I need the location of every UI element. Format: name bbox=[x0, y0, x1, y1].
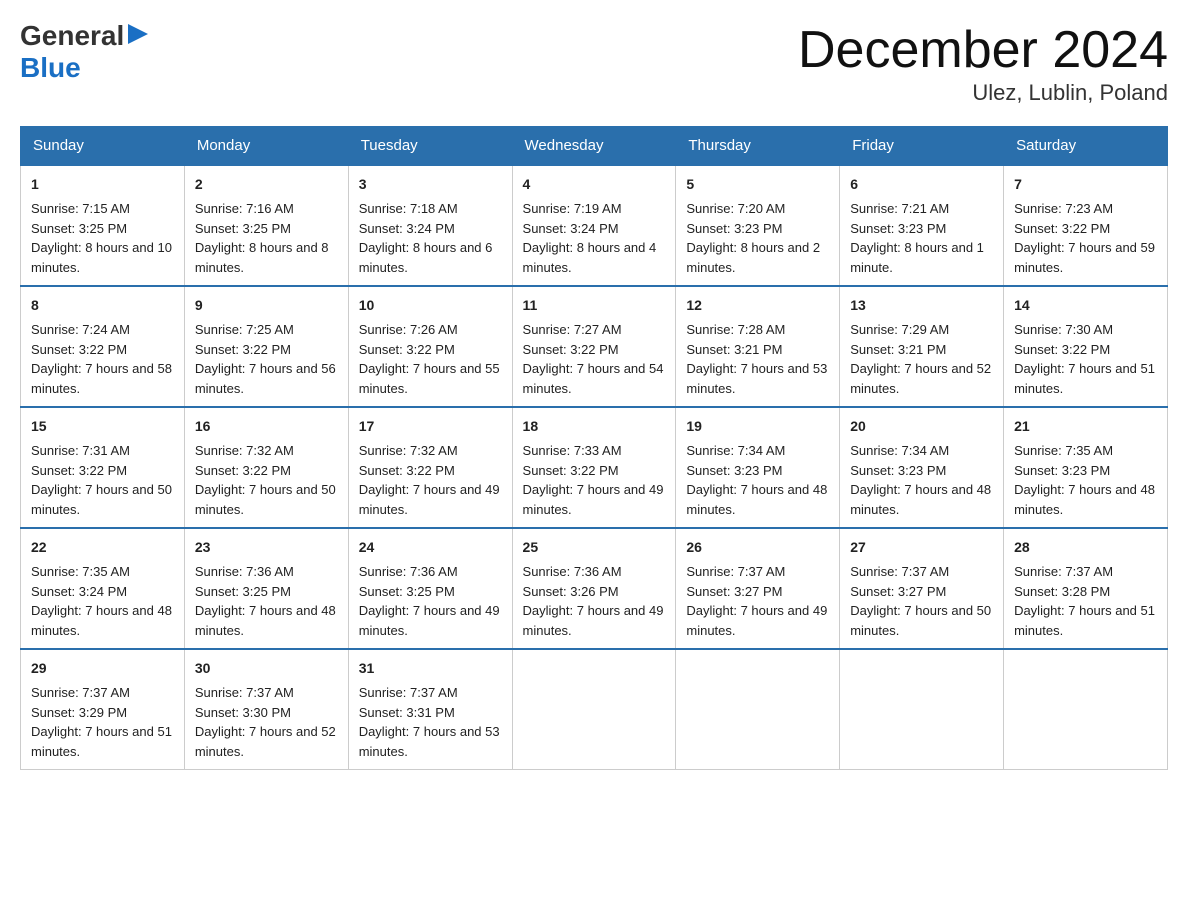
day-number: 22 bbox=[31, 537, 174, 558]
day-number: 10 bbox=[359, 295, 502, 316]
header-monday: Monday bbox=[184, 127, 348, 166]
day-number: 29 bbox=[31, 658, 174, 679]
table-row: 27Sunrise: 7:37 AMSunset: 3:27 PMDayligh… bbox=[840, 528, 1004, 649]
table-row: 30Sunrise: 7:37 AMSunset: 3:30 PMDayligh… bbox=[184, 649, 348, 770]
day-number: 18 bbox=[523, 416, 666, 437]
header-sunday: Sunday bbox=[21, 127, 185, 166]
logo-blue-text: Blue bbox=[20, 52, 81, 84]
day-number: 15 bbox=[31, 416, 174, 437]
table-row: 9Sunrise: 7:25 AMSunset: 3:22 PMDaylight… bbox=[184, 286, 348, 407]
table-row: 16Sunrise: 7:32 AMSunset: 3:22 PMDayligh… bbox=[184, 407, 348, 528]
table-row: 21Sunrise: 7:35 AMSunset: 3:23 PMDayligh… bbox=[1004, 407, 1168, 528]
day-number: 30 bbox=[195, 658, 338, 679]
table-row bbox=[840, 649, 1004, 770]
table-row: 15Sunrise: 7:31 AMSunset: 3:22 PMDayligh… bbox=[21, 407, 185, 528]
page-header: General Blue December 2024 Ulez, Lublin,… bbox=[20, 20, 1168, 106]
day-number: 2 bbox=[195, 174, 338, 195]
table-row: 7Sunrise: 7:23 AMSunset: 3:22 PMDaylight… bbox=[1004, 165, 1168, 286]
table-row: 25Sunrise: 7:36 AMSunset: 3:26 PMDayligh… bbox=[512, 528, 676, 649]
table-row: 14Sunrise: 7:30 AMSunset: 3:22 PMDayligh… bbox=[1004, 286, 1168, 407]
table-row: 20Sunrise: 7:34 AMSunset: 3:23 PMDayligh… bbox=[840, 407, 1004, 528]
day-number: 11 bbox=[523, 295, 666, 316]
day-number: 12 bbox=[686, 295, 829, 316]
table-row: 23Sunrise: 7:36 AMSunset: 3:25 PMDayligh… bbox=[184, 528, 348, 649]
day-number: 23 bbox=[195, 537, 338, 558]
table-row: 24Sunrise: 7:36 AMSunset: 3:25 PMDayligh… bbox=[348, 528, 512, 649]
day-number: 9 bbox=[195, 295, 338, 316]
table-row: 31Sunrise: 7:37 AMSunset: 3:31 PMDayligh… bbox=[348, 649, 512, 770]
header-wednesday: Wednesday bbox=[512, 127, 676, 166]
table-row: 22Sunrise: 7:35 AMSunset: 3:24 PMDayligh… bbox=[21, 528, 185, 649]
calendar-week-2: 8Sunrise: 7:24 AMSunset: 3:22 PMDaylight… bbox=[21, 286, 1168, 407]
logo-arrow-icon bbox=[128, 24, 148, 44]
day-number: 31 bbox=[359, 658, 502, 679]
table-row: 29Sunrise: 7:37 AMSunset: 3:29 PMDayligh… bbox=[21, 649, 185, 770]
table-row: 19Sunrise: 7:34 AMSunset: 3:23 PMDayligh… bbox=[676, 407, 840, 528]
calendar-week-5: 29Sunrise: 7:37 AMSunset: 3:29 PMDayligh… bbox=[21, 649, 1168, 770]
calendar-table: SundayMondayTuesdayWednesdayThursdayFrid… bbox=[20, 126, 1168, 770]
day-number: 8 bbox=[31, 295, 174, 316]
title-block: December 2024 Ulez, Lublin, Poland bbox=[798, 20, 1168, 106]
day-number: 7 bbox=[1014, 174, 1157, 195]
page-subtitle: Ulez, Lublin, Poland bbox=[798, 80, 1168, 106]
table-row bbox=[676, 649, 840, 770]
table-row: 12Sunrise: 7:28 AMSunset: 3:21 PMDayligh… bbox=[676, 286, 840, 407]
page-title: December 2024 bbox=[798, 20, 1168, 80]
table-row: 3Sunrise: 7:18 AMSunset: 3:24 PMDaylight… bbox=[348, 165, 512, 286]
table-row: 1Sunrise: 7:15 AMSunset: 3:25 PMDaylight… bbox=[21, 165, 185, 286]
table-row: 5Sunrise: 7:20 AMSunset: 3:23 PMDaylight… bbox=[676, 165, 840, 286]
table-row: 18Sunrise: 7:33 AMSunset: 3:22 PMDayligh… bbox=[512, 407, 676, 528]
table-row: 2Sunrise: 7:16 AMSunset: 3:25 PMDaylight… bbox=[184, 165, 348, 286]
calendar-week-4: 22Sunrise: 7:35 AMSunset: 3:24 PMDayligh… bbox=[21, 528, 1168, 649]
table-row: 28Sunrise: 7:37 AMSunset: 3:28 PMDayligh… bbox=[1004, 528, 1168, 649]
table-row: 8Sunrise: 7:24 AMSunset: 3:22 PMDaylight… bbox=[21, 286, 185, 407]
day-number: 19 bbox=[686, 416, 829, 437]
day-number: 27 bbox=[850, 537, 993, 558]
day-number: 25 bbox=[523, 537, 666, 558]
day-number: 21 bbox=[1014, 416, 1157, 437]
day-number: 24 bbox=[359, 537, 502, 558]
calendar-week-1: 1Sunrise: 7:15 AMSunset: 3:25 PMDaylight… bbox=[21, 165, 1168, 286]
day-number: 4 bbox=[523, 174, 666, 195]
logo-general-text: General bbox=[20, 20, 124, 52]
table-row: 17Sunrise: 7:32 AMSunset: 3:22 PMDayligh… bbox=[348, 407, 512, 528]
table-row bbox=[512, 649, 676, 770]
header-friday: Friday bbox=[840, 127, 1004, 166]
calendar-week-3: 15Sunrise: 7:31 AMSunset: 3:22 PMDayligh… bbox=[21, 407, 1168, 528]
day-number: 20 bbox=[850, 416, 993, 437]
table-row: 4Sunrise: 7:19 AMSunset: 3:24 PMDaylight… bbox=[512, 165, 676, 286]
day-number: 13 bbox=[850, 295, 993, 316]
header-thursday: Thursday bbox=[676, 127, 840, 166]
header-tuesday: Tuesday bbox=[348, 127, 512, 166]
day-number: 17 bbox=[359, 416, 502, 437]
day-number: 1 bbox=[31, 174, 174, 195]
day-number: 28 bbox=[1014, 537, 1157, 558]
header-saturday: Saturday bbox=[1004, 127, 1168, 166]
table-row bbox=[1004, 649, 1168, 770]
day-number: 5 bbox=[686, 174, 829, 195]
calendar-header-row: SundayMondayTuesdayWednesdayThursdayFrid… bbox=[21, 127, 1168, 166]
day-number: 6 bbox=[850, 174, 993, 195]
table-row: 26Sunrise: 7:37 AMSunset: 3:27 PMDayligh… bbox=[676, 528, 840, 649]
table-row: 13Sunrise: 7:29 AMSunset: 3:21 PMDayligh… bbox=[840, 286, 1004, 407]
table-row: 10Sunrise: 7:26 AMSunset: 3:22 PMDayligh… bbox=[348, 286, 512, 407]
table-row: 11Sunrise: 7:27 AMSunset: 3:22 PMDayligh… bbox=[512, 286, 676, 407]
day-number: 26 bbox=[686, 537, 829, 558]
table-row: 6Sunrise: 7:21 AMSunset: 3:23 PMDaylight… bbox=[840, 165, 1004, 286]
day-number: 14 bbox=[1014, 295, 1157, 316]
logo: General Blue bbox=[20, 20, 148, 84]
day-number: 16 bbox=[195, 416, 338, 437]
day-number: 3 bbox=[359, 174, 502, 195]
